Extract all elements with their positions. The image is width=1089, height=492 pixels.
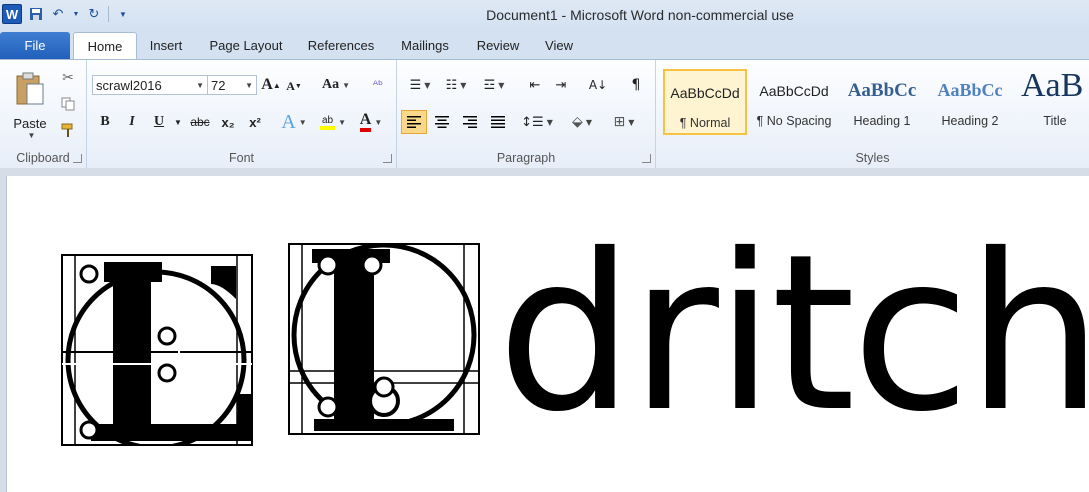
document-area: dritch <box>0 168 1089 492</box>
decrease-indent-icon[interactable]: ⇤ <box>525 75 545 95</box>
decorated-letter-2 <box>288 243 480 435</box>
style-heading-1-sample: AaBbCc <box>847 80 917 101</box>
window-title: Document1 - Microsoft Word non-commercia… <box>486 7 794 23</box>
clipboard-launcher-icon[interactable] <box>73 154 82 163</box>
copy-icon[interactable] <box>58 94 78 114</box>
paste-icon <box>16 72 44 105</box>
style-no-spacing[interactable]: AaBbCcDd ¶ No Spacing <box>752 69 836 135</box>
tab-review[interactable]: Review <box>468 32 528 59</box>
tab-insert[interactable]: Insert <box>140 32 192 59</box>
superscript-button[interactable]: x² <box>244 112 266 132</box>
underline-button[interactable]: U <box>149 112 169 132</box>
document-text[interactable]: dritch <box>497 226 1089 442</box>
style-title-name: Title <box>1043 114 1067 128</box>
style-normal-name: ¶ Normal <box>679 116 731 130</box>
font-name-combo[interactable]: scrawl2016 ▼ <box>92 75 208 95</box>
strikethrough-button[interactable]: abc <box>187 112 213 132</box>
highlight-button[interactable]: ab ▼ <box>315 110 351 134</box>
shrink-font-button[interactable]: A ▼ <box>284 77 304 95</box>
tab-references[interactable]: References <box>300 32 382 59</box>
cut-icon[interactable]: ✂ <box>58 68 78 88</box>
style-heading-1-name: Heading 1 <box>853 114 911 128</box>
tab-page-layout[interactable]: Page Layout <box>200 32 292 59</box>
clipboard-group: Paste ▼ ✂ Clipboard <box>0 60 87 168</box>
align-center-icon <box>435 116 449 128</box>
line-spacing-button[interactable]: ↕☰ ▼ <box>521 110 553 134</box>
style-no-spacing-name: ¶ No Spacing <box>756 114 832 128</box>
ribbon-tabs: File Home Insert Page Layout References … <box>0 30 1089 61</box>
style-normal[interactable]: AaBbCcDd ¶ Normal <box>663 69 747 135</box>
tab-home[interactable]: Home <box>73 32 137 61</box>
align-left-icon <box>407 116 421 128</box>
style-heading-2[interactable]: AaBbCc Heading 2 <box>928 69 1012 135</box>
shading-button[interactable]: ⬙ ▼ <box>565 110 599 134</box>
paragraph-group-label: Paragraph <box>496 151 556 165</box>
tab-file[interactable]: File <box>0 32 70 59</box>
font-name-value: scrawl2016 <box>96 78 162 93</box>
format-painter-icon[interactable] <box>58 120 78 140</box>
title-bar: W ↶ ▼ ↻ ▼ Document1 - Microsoft Word non… <box>0 0 1089 30</box>
font-color-icon: A <box>359 112 372 132</box>
ribbon: Paste ▼ ✂ Clipboard scrawl2016 ▼ 72 ▼ A ▲ A… <box>0 59 1089 169</box>
paste-dropdown-icon[interactable]: ▼ <box>28 131 36 140</box>
text-effects-icon: A <box>281 110 296 133</box>
bold-button[interactable]: B <box>95 112 115 132</box>
styles-group: AaBbCcDd ¶ Normal AaBbCcDd ¶ No Spacing … <box>656 60 1089 168</box>
styles-group-label: Styles <box>855 151 890 165</box>
sort-icon[interactable]: A↓ <box>587 75 609 95</box>
subscript-button[interactable]: x₂ <box>217 112 239 132</box>
tab-view[interactable]: View <box>535 32 583 59</box>
numbering-icon: ☷ <box>445 77 458 93</box>
align-center-button[interactable] <box>431 110 453 134</box>
document-page[interactable]: dritch <box>6 176 1089 492</box>
line-spacing-icon: ↕☰ <box>521 114 544 130</box>
style-heading-2-sample: AaBbCc <box>937 80 1003 100</box>
font-size-value: 72 <box>211 78 226 93</box>
borders-icon: ⊞ <box>613 114 626 130</box>
font-group-label: Font <box>228 151 254 165</box>
multilevel-list-icon: ☲ <box>483 77 496 93</box>
numbering-button[interactable]: ☷ ▼ <box>441 75 471 95</box>
align-left-button[interactable] <box>401 110 427 134</box>
style-heading-1[interactable]: AaBbCc Heading 1 <box>840 69 924 135</box>
increase-indent-icon[interactable]: ⇥ <box>551 75 571 95</box>
paragraph-launcher-icon[interactable] <box>642 154 651 163</box>
shading-icon: ⬙ <box>572 114 583 130</box>
change-case-button[interactable]: Aa ▼ <box>319 75 353 95</box>
font-group: scrawl2016 ▼ 72 ▼ A ▲ A ▼ Aa ▼ ᴬᵇ B I U ▼ abc… <box>87 60 397 168</box>
font-size-combo[interactable]: 72 ▼ <box>207 75 257 95</box>
bullets-icon: ☰ <box>409 77 422 93</box>
font-color-button[interactable]: A ▼ <box>353 110 389 134</box>
font-size-dropdown-icon[interactable]: ▼ <box>245 76 253 96</box>
grow-font-button[interactable]: A ▲ <box>260 75 282 95</box>
style-heading-2-name: Heading 2 <box>941 114 999 128</box>
justify-button[interactable] <box>487 110 509 134</box>
align-right-button[interactable] <box>459 110 481 134</box>
clear-formatting-icon[interactable]: ᴬᵇ <box>367 75 389 95</box>
decorated-letter-1 <box>61 254 253 446</box>
font-name-dropdown-icon[interactable]: ▼ <box>196 76 204 96</box>
bullets-button[interactable]: ☰ ▼ <box>405 75 435 95</box>
justify-icon <box>491 116 505 128</box>
italic-button[interactable]: I <box>122 112 142 132</box>
highlight-icon: ab <box>319 115 336 130</box>
paste-button[interactable]: Paste ▼ <box>10 66 50 146</box>
font-launcher-icon[interactable] <box>383 154 392 163</box>
style-title-sample: AaB <box>1021 67 1084 104</box>
grow-font-icon: A <box>261 76 273 93</box>
multilevel-list-button[interactable]: ☲ ▼ <box>477 75 511 95</box>
change-case-icon: Aa <box>321 77 340 92</box>
underline-dropdown-icon[interactable]: ▼ <box>173 112 183 132</box>
style-title[interactable]: AaB Title <box>1016 67 1089 135</box>
style-normal-sample: AaBbCcDd <box>670 85 740 101</box>
paste-label: Paste <box>13 116 47 131</box>
style-no-spacing-sample: AaBbCcDd <box>759 83 829 99</box>
borders-button[interactable]: ⊞ ▼ <box>607 110 641 134</box>
text-effects-button[interactable]: A ▼ <box>279 110 309 134</box>
shrink-font-icon: A <box>286 78 295 93</box>
show-formatting-icon[interactable]: ¶ <box>625 75 647 95</box>
paragraph-group: ☰ ▼ ☷ ▼ ☲ ▼ ⇤ ⇥ A↓ ¶ ↕☰ ▼ ⬙ ▼ ⊞ ▼ Paragraph <box>397 60 656 168</box>
tab-mailings[interactable]: Mailings <box>390 32 460 59</box>
align-right-icon <box>463 116 477 128</box>
